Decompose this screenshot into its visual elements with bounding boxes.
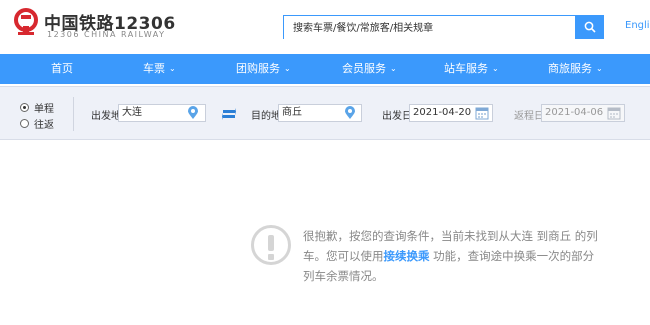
swap-stations-icon[interactable] [222, 108, 236, 120]
nav-item-station-services[interactable]: 站车服务 ⌄ [444, 54, 499, 84]
from-label: 出发地 [91, 111, 121, 122]
english-link[interactable]: English [625, 20, 650, 31]
calendar-icon[interactable] [475, 106, 489, 120]
calendar-icon[interactable] [607, 106, 621, 120]
radio-one-way[interactable]: 单程 [20, 100, 54, 115]
depart-date-label: 出发日 [382, 111, 412, 122]
nav-label: 站车服务 [444, 62, 488, 75]
nav-item-member-services[interactable]: 会员服务 ⌄ [342, 54, 397, 84]
search-input[interactable] [284, 17, 575, 40]
radio-round-trip[interactable]: 往返 [20, 116, 54, 131]
search-box [283, 15, 576, 40]
chevron-down-icon: ⌄ [596, 64, 603, 73]
nav-label: 商旅服务 [548, 62, 592, 75]
chevron-down-icon: ⌄ [284, 64, 291, 73]
search-icon [584, 21, 596, 33]
chevron-down-icon: ⌄ [390, 64, 397, 73]
brand-subtitle: 12306 CHINA RAILWAY [47, 30, 166, 39]
location-pin-icon[interactable] [344, 106, 356, 120]
nav-item-group-purchase[interactable]: 团购服务 ⌄ [236, 54, 291, 84]
radio-label: 单程 [34, 104, 54, 115]
main-nav: 首页 车票 ⌄ 团购服务 ⌄ 会员服务 ⌄ 站车服务 ⌄ 商旅服务 ⌄ [0, 54, 650, 84]
radio-label: 往返 [34, 120, 54, 131]
nav-item-home[interactable]: 首页 [51, 54, 73, 84]
nav-label: 车票 [143, 62, 165, 75]
location-pin-icon[interactable] [187, 106, 199, 120]
search-button[interactable] [576, 15, 604, 39]
nav-item-business-travel[interactable]: 商旅服务 ⌄ [548, 54, 603, 84]
to-label: 目的地 [251, 111, 281, 122]
radio-dot[interactable] [20, 119, 29, 128]
nav-label: 团购服务 [236, 62, 280, 75]
divider [73, 97, 74, 131]
nav-label: 会员服务 [342, 62, 386, 75]
chevron-down-icon: ⌄ [169, 64, 176, 73]
header: 中国铁路12306 12306 CHINA RAILWAY English [0, 0, 650, 46]
return-date-label: 返程日 [514, 111, 544, 122]
no-results-message: 很抱歉，按您的查询条件，当前未找到从大连 到商丘 的列车。您可以使用接续换乘 功… [303, 226, 599, 286]
radio-dot[interactable] [20, 103, 29, 112]
railway-logo[interactable] [12, 8, 40, 36]
warning-icon [251, 225, 291, 265]
nav-item-tickets[interactable]: 车票 ⌄ [143, 54, 176, 84]
nav-label: 首页 [51, 62, 73, 75]
chevron-down-icon: ⌄ [492, 64, 499, 73]
transfer-link[interactable]: 接续换乘 [384, 249, 430, 263]
